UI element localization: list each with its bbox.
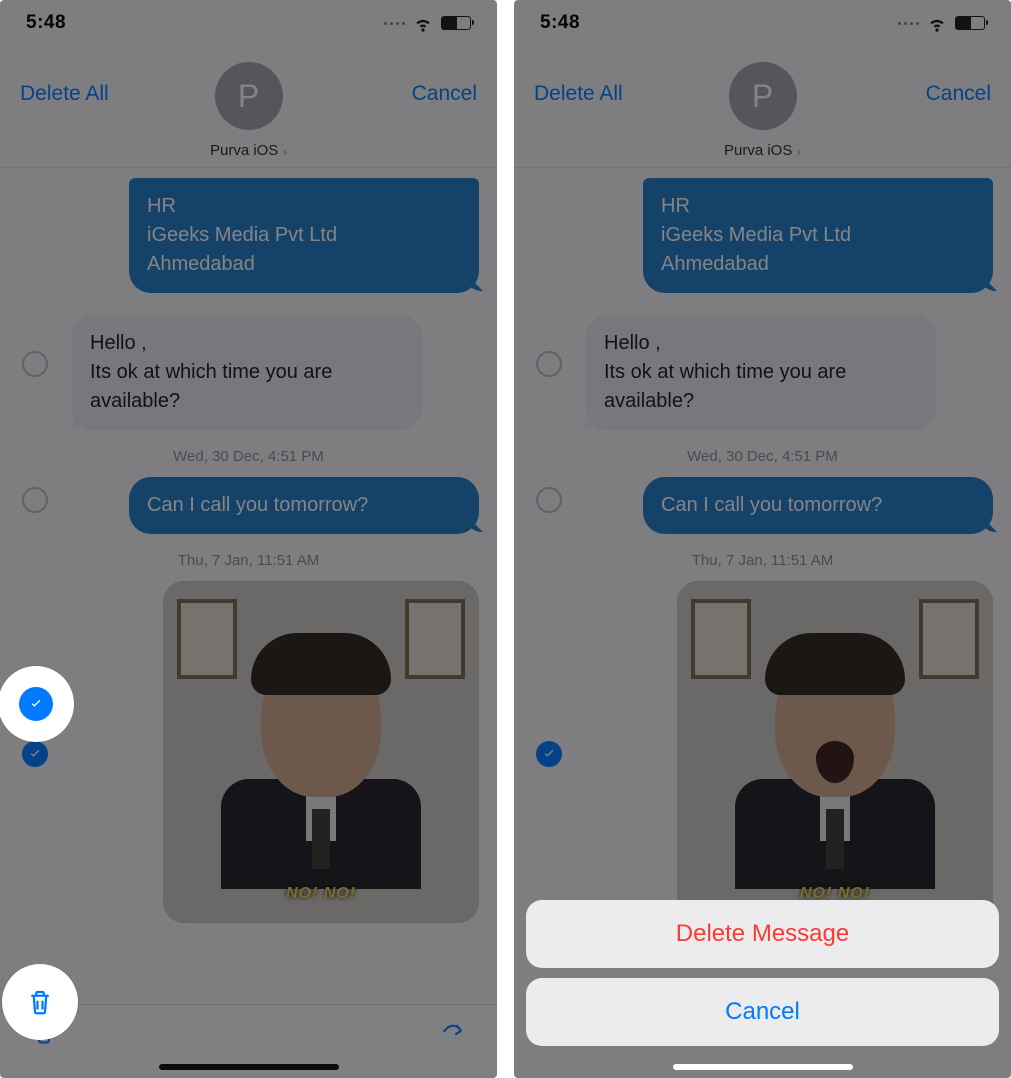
select-circle[interactable] [22, 351, 48, 377]
action-sheet: Delete Message Cancel [526, 900, 999, 1056]
status-bar: 5:48 [514, 0, 1011, 46]
message-sent[interactable]: Can I call you tomorrow? [129, 477, 479, 534]
select-circle-checked[interactable] [22, 741, 48, 767]
signal-dots-icon [898, 22, 919, 25]
battery-icon [441, 16, 471, 30]
share-icon[interactable] [439, 1018, 467, 1051]
signal-dots-icon [384, 22, 405, 25]
nav-bar: Delete All Cancel P Purva iOS › [0, 46, 497, 168]
timestamp: Thu, 7 Jan, 11:51 AM [0, 552, 497, 569]
contact-name[interactable]: Purva iOS › [210, 142, 287, 159]
screenshot-right: 5:48 Delete All Cancel P Purva iOS › [514, 0, 1011, 1078]
nav-bar: Delete All Cancel P Purva iOS › [514, 46, 1011, 168]
wifi-icon [413, 13, 433, 33]
home-indicator[interactable] [159, 1064, 339, 1070]
contact-name[interactable]: Purva iOS › [724, 142, 801, 159]
message-sent[interactable]: HR iGeeks Media Pvt Ltd Ahmedabad [129, 178, 479, 293]
timestamp: Wed, 30 Dec, 4:51 PM [0, 448, 497, 465]
message-image[interactable]: NO! NO! [163, 581, 479, 923]
chevron-right-icon: › [796, 143, 801, 159]
cancel-button[interactable]: Cancel [926, 82, 991, 106]
clock: 5:48 [26, 12, 66, 34]
delete-all-button[interactable]: Delete All [534, 82, 623, 106]
cancel-button[interactable]: Cancel [412, 82, 477, 106]
timestamp: Thu, 7 Jan, 11:51 AM [514, 552, 1011, 569]
action-sheet-cancel-button[interactable]: Cancel [526, 978, 999, 1046]
select-circle[interactable] [536, 351, 562, 377]
chevron-right-icon: › [282, 143, 287, 159]
wifi-icon [927, 13, 947, 33]
message-received[interactable]: Hello , Its ok at which time you are ava… [586, 315, 936, 430]
highlight-checkmark [0, 666, 74, 742]
status-bar: 5:48 [0, 0, 497, 46]
message-image[interactable]: NO! NO! [677, 581, 993, 923]
home-indicator[interactable] [673, 1064, 853, 1070]
message-sent[interactable]: HR iGeeks Media Pvt Ltd Ahmedabad [643, 178, 993, 293]
timestamp: Wed, 30 Dec, 4:51 PM [514, 448, 1011, 465]
highlight-trash [2, 964, 78, 1040]
select-circle-checked[interactable] [536, 741, 562, 767]
clock: 5:48 [540, 12, 580, 34]
message-received[interactable]: Hello , Its ok at which time you are ava… [72, 315, 422, 430]
battery-icon [955, 16, 985, 30]
select-circle[interactable] [22, 487, 48, 513]
contact-avatar[interactable]: P [729, 62, 797, 130]
delete-message-button[interactable]: Delete Message [526, 900, 999, 968]
messages-list[interactable]: HR iGeeks Media Pvt Ltd Ahmedabad Hello … [514, 168, 1011, 1004]
delete-all-button[interactable]: Delete All [20, 82, 109, 106]
screenshot-left: 5:48 Delete All Cancel P Purva iOS › [0, 0, 497, 1078]
messages-list[interactable]: HR iGeeks Media Pvt Ltd Ahmedabad Hello … [0, 168, 497, 1004]
contact-avatar[interactable]: P [215, 62, 283, 130]
check-icon [19, 687, 53, 721]
message-sent[interactable]: Can I call you tomorrow? [643, 477, 993, 534]
select-circle[interactable] [536, 487, 562, 513]
gif-caption: NO! NO! [286, 885, 356, 903]
